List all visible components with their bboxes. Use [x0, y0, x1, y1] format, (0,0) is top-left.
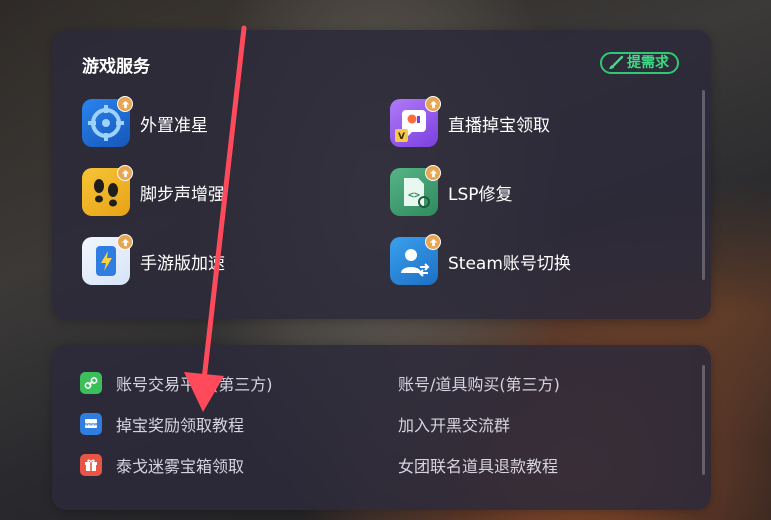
- link-label: 女团联名道具退款教程: [398, 457, 559, 476]
- upgrade-badge-icon: [117, 96, 133, 112]
- service-label: 外置准星: [140, 115, 208, 136]
- upgrade-badge-icon: [425, 96, 441, 112]
- service-item-footsteps[interactable]: 脚步声增强: [82, 165, 225, 217]
- link-label: 掉宝奖励领取教程: [116, 416, 245, 435]
- service-item-steam-switch[interactable]: Steam账号切换: [390, 234, 571, 286]
- service-item-mobile-boost[interactable]: 手游版加速: [82, 234, 225, 286]
- link-label: 账号交易平台(第三方): [116, 375, 273, 394]
- service-label: 脚步声增强: [140, 184, 225, 205]
- svg-text:www: www: [85, 423, 97, 428]
- link-account-trading[interactable]: 账号交易平台(第三方): [80, 371, 273, 395]
- link-label: 泰戈迷雾宝箱领取: [116, 457, 245, 476]
- upgrade-badge-icon: [425, 165, 441, 181]
- panel-title: 游戏服务: [82, 57, 150, 77]
- upgrade-badge-icon: [117, 165, 133, 181]
- link-refund-tutorial[interactable]: 女团联名道具退款教程: [398, 453, 558, 477]
- lsp-fix-icon: <>: [390, 165, 441, 216]
- request-feature-label: 提需求: [627, 55, 669, 71]
- link-icon: [80, 372, 102, 394]
- service-item-crosshair[interactable]: 外置准星: [82, 96, 208, 148]
- svg-text:V: V: [398, 132, 405, 142]
- gift-icon: [80, 454, 102, 476]
- twitch-drop-icon: V: [390, 96, 441, 147]
- mobile-boost-icon: [82, 234, 133, 285]
- service-label: LSP修复: [448, 184, 513, 205]
- link-drop-reward-tutorial[interactable]: www 掉宝奖励领取教程: [80, 412, 244, 436]
- svg-text:<>: <>: [408, 190, 420, 201]
- service-label: 直播掉宝领取: [448, 115, 550, 136]
- brush-icon: [609, 55, 624, 69]
- upgrade-badge-icon: [117, 234, 133, 250]
- account-switch-icon: [390, 234, 441, 285]
- game-services-panel: 游戏服务 提需求 外置准星 V 直播掉宝领取 脚步声增强 <> LSP修复 手游…: [52, 30, 711, 319]
- link-account-purchase[interactable]: 账号/道具购买(第三方): [398, 371, 560, 395]
- service-item-lsp-fix[interactable]: <> LSP修复: [390, 165, 513, 217]
- service-item-twitch-drop[interactable]: V 直播掉宝领取: [390, 96, 550, 148]
- footsteps-icon: [82, 165, 133, 216]
- www-icon: www: [80, 413, 102, 435]
- service-label: 手游版加速: [140, 253, 225, 274]
- crosshair-icon: [82, 96, 133, 147]
- link-taego-chest[interactable]: 泰戈迷雾宝箱领取: [80, 453, 244, 477]
- service-label: Steam账号切换: [448, 253, 571, 274]
- request-feature-button[interactable]: 提需求: [600, 52, 679, 74]
- scrollbar[interactable]: [702, 90, 705, 280]
- link-label: 账号/道具购买(第三方): [398, 375, 560, 394]
- links-panel: 账号交易平台(第三方) 账号/道具购买(第三方) www 掉宝奖励领取教程 加入…: [52, 345, 711, 510]
- scrollbar[interactable]: [702, 365, 705, 475]
- link-join-group[interactable]: 加入开黑交流群: [398, 412, 510, 436]
- upgrade-badge-icon: [425, 234, 441, 250]
- link-label: 加入开黑交流群: [398, 416, 511, 435]
